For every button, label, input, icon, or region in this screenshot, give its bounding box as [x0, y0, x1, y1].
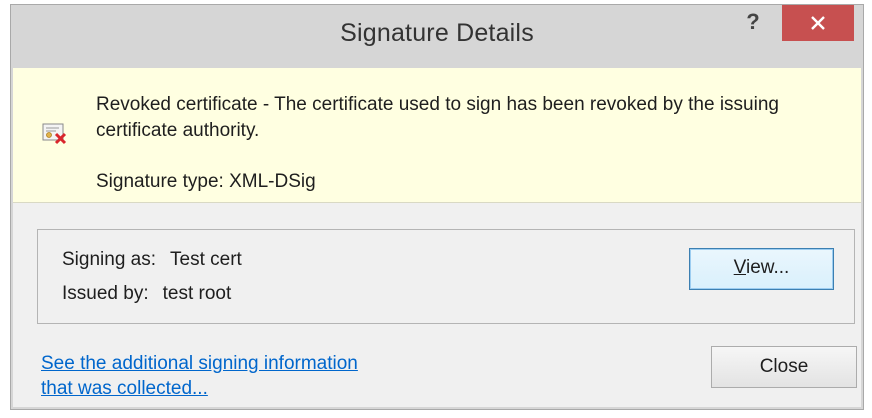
signature-details-dialog: Signature Details ? Revoked certificate … — [10, 4, 864, 410]
signing-as-row: Signing as: Test cert — [62, 249, 242, 271]
view-button-mnemonic: V — [733, 257, 747, 278]
link-line-2: that was collected... — [41, 378, 208, 399]
dialog-body: Revoked certificate - The certificate us… — [13, 68, 861, 407]
issued-by-label: Issued by: — [62, 283, 149, 304]
signer-details-group: Signing as: Test cert Issued by: test root… — [37, 229, 855, 324]
signature-type-text: Signature type: XML-DSig — [96, 171, 316, 192]
additional-signing-info-link[interactable]: See the additional signing information t… — [41, 351, 358, 401]
status-banner: Revoked certificate - The certificate us… — [13, 68, 861, 203]
close-icon — [811, 16, 825, 30]
signing-as-value: Test cert — [170, 249, 242, 270]
view-button-label: iew... — [746, 257, 790, 278]
close-button[interactable]: Close — [711, 346, 857, 388]
help-button[interactable]: ? — [730, 5, 776, 41]
view-certificate-button[interactable]: View... — [689, 248, 834, 290]
signing-as-label: Signing as: — [62, 249, 157, 270]
issued-by-value: test root — [162, 283, 232, 304]
window-close-button[interactable] — [782, 5, 854, 41]
revoked-certificate-icon — [42, 123, 67, 145]
link-line-1: See the additional signing information — [41, 353, 358, 374]
revocation-status-text: Revoked certificate - The certificate us… — [96, 94, 779, 141]
title-bar[interactable]: Signature Details ? — [11, 5, 863, 68]
issued-by-row: Issued by: test root — [62, 283, 231, 305]
